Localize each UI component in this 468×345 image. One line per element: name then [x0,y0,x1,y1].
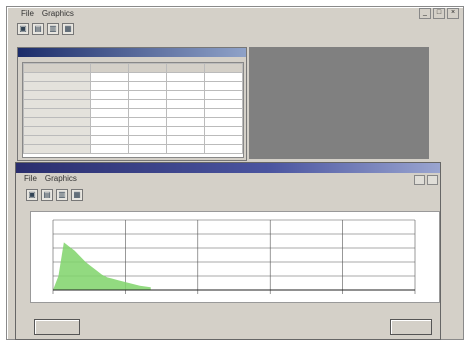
print-icon[interactable]: ▦ [71,189,83,201]
table-cell [23,90,91,100]
table-cell [90,81,129,91]
menu-graphics[interactable]: Graphics [42,9,74,18]
minimize-button[interactable] [414,175,425,185]
table-cell [23,81,91,91]
table-cell [128,126,167,136]
table-header-row [23,63,243,73]
graph-toolbar: ▣ ▤ ▥ ▦ [26,189,83,201]
table-row[interactable] [23,90,243,100]
table-cell [23,99,91,109]
chart-icon[interactable]: ▤ [32,23,44,35]
table-cell [90,72,129,82]
table-header-cell [23,63,91,73]
table-header-cell [166,63,205,73]
table-cell [128,81,167,91]
table-cell [90,108,129,118]
table-cell [23,117,91,127]
table-cell [166,81,205,91]
workspace-background [249,47,429,159]
table-cell [90,126,129,136]
table-cell [204,108,243,118]
left-button[interactable] [34,319,80,335]
table-row[interactable] [23,99,243,109]
table-cell [128,72,167,82]
menu-file[interactable]: File [21,9,34,18]
table-cell [166,135,205,145]
open-icon[interactable]: ▣ [26,189,38,201]
open-icon[interactable]: ▣ [17,23,29,35]
table-cell [90,117,129,127]
table-cell [204,144,243,154]
table-row[interactable] [23,117,243,127]
table-row[interactable] [23,126,243,136]
area-chart [52,219,416,294]
main-toolbar: ▣ ▤ ▥ ▦ [17,23,74,35]
table-cell [204,135,243,145]
table-cell [128,144,167,154]
table-row[interactable] [23,135,243,145]
table-cell [204,90,243,100]
table-row[interactable] [23,81,243,91]
maximize-button[interactable]: □ [433,8,445,19]
table-cell [128,90,167,100]
table-cell [90,144,129,154]
table-cell [166,99,205,109]
table-cell [204,72,243,82]
data-window-title [18,48,246,57]
data-table [22,62,244,158]
table-row[interactable] [23,72,243,82]
table-cell [90,99,129,109]
minimize-button[interactable]: _ [419,8,431,19]
graph-menu-file[interactable]: File [24,174,37,183]
table-cell [128,108,167,118]
table-row[interactable] [23,144,243,154]
table-cell [128,117,167,127]
graph-menu-graphics[interactable]: Graphics [45,174,77,183]
table-header-cell [128,63,167,73]
table-cell [23,108,91,118]
table-cell [23,126,91,136]
table-cell [166,90,205,100]
graph-menu-bar: File Graphics [16,173,440,184]
table-cell [204,126,243,136]
close-button[interactable]: × [447,8,459,19]
table-header-cell [90,63,129,73]
menu-bar: File Graphics [7,7,463,19]
chart-icon[interactable]: ▤ [41,189,53,201]
table-cell [128,99,167,109]
series-area [53,242,151,290]
print-icon[interactable]: ▦ [62,23,74,35]
table-cell [90,135,129,145]
table-cell [128,135,167,145]
table-cell [166,117,205,127]
right-button[interactable] [390,319,432,335]
table-header-cell [204,63,243,73]
table-cell [166,72,205,82]
graph-window: File Graphics ▣ ▤ ▥ ▦ [15,162,441,340]
table-cell [204,81,243,91]
table-cell [23,144,91,154]
main-window: File Graphics _ □ × ▣ ▤ ▥ ▦ File Graphic… [6,6,464,340]
graph-window-controls [414,175,438,185]
save-icon[interactable]: ▥ [47,23,59,35]
table-cell [166,126,205,136]
table-cell [90,90,129,100]
table-row[interactable] [23,108,243,118]
table-cell [166,108,205,118]
table-cell [204,99,243,109]
table-cell [204,117,243,127]
graph-window-title [16,163,440,173]
chart-area [30,211,440,303]
table-cell [23,72,91,82]
data-window [17,47,247,161]
close-button[interactable] [427,175,438,185]
table-cell [23,135,91,145]
window-controls: _ □ × [419,8,459,19]
save-icon[interactable]: ▥ [56,189,68,201]
table-cell [166,144,205,154]
